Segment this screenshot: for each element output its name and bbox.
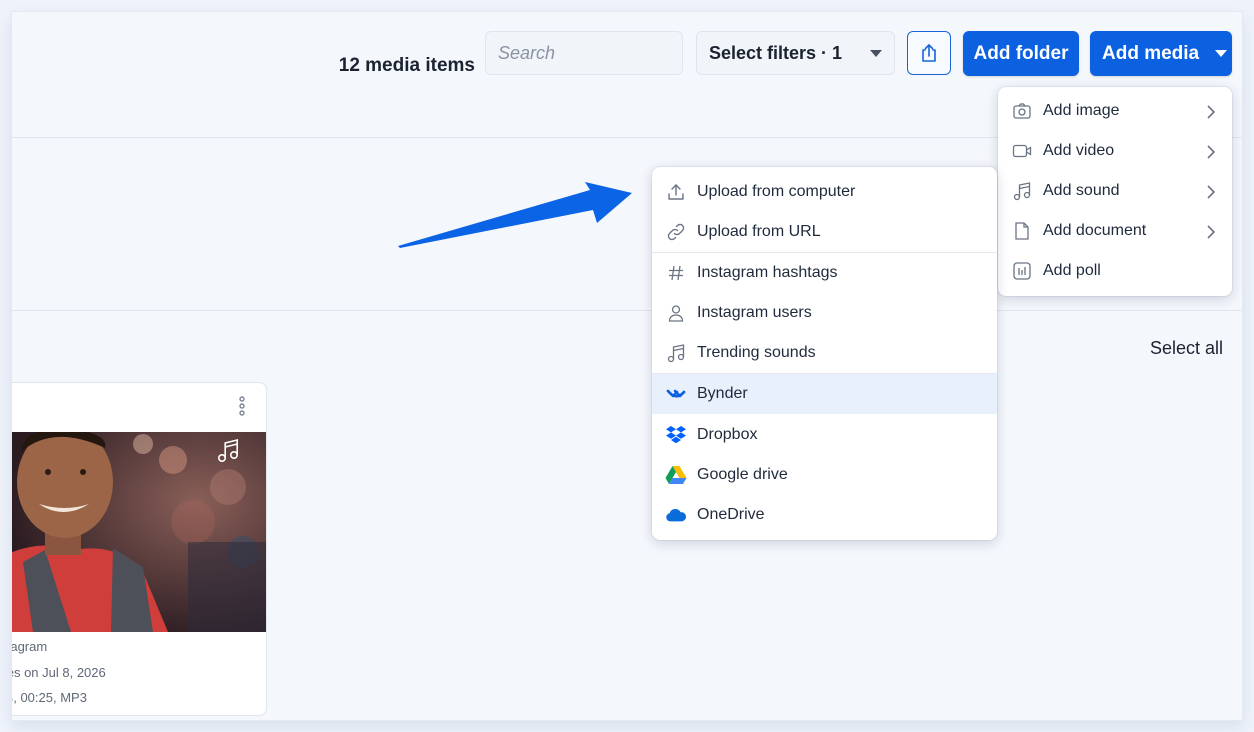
- add-document-item[interactable]: Add document: [998, 211, 1232, 251]
- add-image-item[interactable]: Add image: [998, 91, 1232, 131]
- add-poll-label: Add poll: [1043, 262, 1101, 279]
- add-sound-item[interactable]: Add sound: [998, 171, 1232, 211]
- add-video-label: Add video: [1043, 142, 1115, 159]
- trending-sounds-item[interactable]: Trending sounds: [652, 333, 997, 373]
- poll-icon: [1011, 260, 1033, 282]
- video-icon: [1011, 140, 1033, 162]
- onedrive-icon: [665, 504, 687, 526]
- music-note-icon: [665, 342, 687, 364]
- dropbox-label: Dropbox: [697, 426, 758, 443]
- upload-source-menu: Upload from computer Upload from URL Ins…: [652, 167, 997, 540]
- hashtag-icon: [665, 262, 687, 284]
- document-icon: [1011, 220, 1033, 242]
- link-icon: [665, 221, 687, 243]
- camera-icon: [1011, 100, 1033, 122]
- chevron-right-icon: [1207, 225, 1216, 239]
- google-drive-icon: [665, 464, 687, 486]
- add-media-menu: Add image Add video Add sound Add docume…: [998, 87, 1232, 296]
- chevron-right-icon: [1207, 145, 1216, 159]
- dropbox-item[interactable]: Dropbox: [652, 415, 997, 455]
- add-poll-item[interactable]: Add poll: [998, 251, 1232, 291]
- trending-sounds-label: Trending sounds: [697, 344, 816, 361]
- media-library-panel: 12 media items Select filters · 1 Add fo…: [12, 12, 1242, 720]
- onedrive-label: OneDrive: [697, 506, 765, 523]
- add-document-label: Add document: [1043, 222, 1147, 239]
- bynder-icon: [665, 383, 687, 405]
- upload-from-url-item[interactable]: Upload from URL: [652, 212, 997, 252]
- upload-from-computer-label: Upload from computer: [697, 183, 856, 200]
- bynder-item[interactable]: Bynder: [652, 374, 997, 414]
- add-image-label: Add image: [1043, 102, 1120, 119]
- onedrive-item[interactable]: OneDrive: [652, 495, 997, 535]
- user-icon: [665, 302, 687, 324]
- instagram-users-item[interactable]: Instagram users: [652, 293, 997, 333]
- instagram-hashtags-label: Instagram hashtags: [697, 264, 838, 281]
- add-sound-label: Add sound: [1043, 182, 1120, 199]
- upload-from-url-label: Upload from URL: [697, 223, 821, 240]
- instagram-hashtags-item[interactable]: Instagram hashtags: [652, 253, 997, 293]
- add-video-item[interactable]: Add video: [998, 131, 1232, 171]
- bynder-label: Bynder: [697, 385, 748, 402]
- upload-from-computer-item[interactable]: Upload from computer: [652, 172, 997, 212]
- google-drive-label: Google drive: [697, 466, 788, 483]
- google-drive-item[interactable]: Google drive: [652, 455, 997, 495]
- chevron-right-icon: [1207, 105, 1216, 119]
- upload-icon: [665, 181, 687, 203]
- music-note-icon: [1011, 180, 1033, 202]
- instagram-users-label: Instagram users: [697, 304, 812, 321]
- dropbox-icon: [665, 424, 687, 446]
- chevron-right-icon: [1207, 185, 1216, 199]
